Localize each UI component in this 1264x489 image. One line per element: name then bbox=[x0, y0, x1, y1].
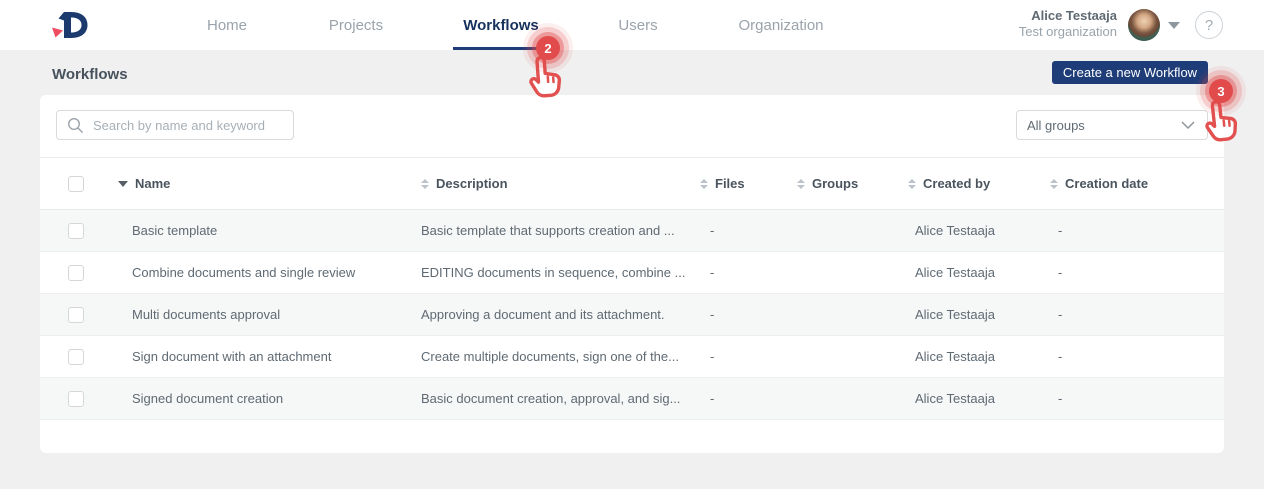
row-checkbox[interactable] bbox=[68, 223, 84, 239]
row-checkbox[interactable] bbox=[68, 265, 84, 281]
column-label: Groups bbox=[812, 176, 858, 191]
table-row[interactable]: Sign document with an attachment Create … bbox=[40, 336, 1224, 378]
workflow-created-by: Alice Testaaja bbox=[895, 265, 1040, 280]
nav-tab-projects[interactable]: Projects bbox=[329, 0, 383, 50]
workflow-files: - bbox=[690, 223, 785, 238]
top-navigation-bar: Home Projects Workflows Users Organizati… bbox=[0, 0, 1264, 50]
workflow-creation-date: - bbox=[1040, 223, 1224, 238]
search-box[interactable] bbox=[56, 110, 294, 140]
question-mark-icon: ? bbox=[1205, 17, 1213, 34]
workflow-name: Basic template bbox=[95, 223, 410, 238]
table-row[interactable]: Signed document creation Basic document … bbox=[40, 378, 1224, 420]
sort-descending-icon bbox=[118, 181, 128, 187]
column-label: Creation date bbox=[1065, 176, 1148, 191]
workflow-created-by: Alice Testaaja bbox=[895, 391, 1040, 406]
workflows-card: All groups Name Description Files Groups bbox=[40, 95, 1224, 453]
user-organization: Test organization bbox=[1019, 24, 1117, 40]
row-checkbox[interactable] bbox=[68, 307, 84, 323]
nav-tab-workflows[interactable]: Workflows bbox=[463, 0, 539, 50]
workflow-name: Sign document with an attachment bbox=[95, 349, 410, 364]
group-filter-dropdown[interactable]: All groups bbox=[1016, 110, 1208, 140]
tutorial-step-3-badge: 3 bbox=[1209, 79, 1233, 103]
page-title: Workflows bbox=[52, 66, 128, 83]
nav-tab-users[interactable]: Users bbox=[618, 0, 657, 50]
nav-tab-label: Projects bbox=[329, 17, 383, 34]
workflow-creation-date: - bbox=[1040, 265, 1224, 280]
sort-icon bbox=[797, 179, 805, 189]
column-header-created-by[interactable]: Created by bbox=[895, 176, 1040, 191]
workflow-files: - bbox=[690, 307, 785, 322]
column-header-groups[interactable]: Groups bbox=[785, 176, 895, 191]
workflow-name: Multi documents approval bbox=[95, 307, 410, 322]
workflow-created-by: Alice Testaaja bbox=[895, 307, 1040, 322]
workflow-files: - bbox=[690, 349, 785, 364]
row-checkbox[interactable] bbox=[68, 391, 84, 407]
help-button[interactable]: ? bbox=[1195, 11, 1223, 39]
tutorial-step-2-badge: 2 bbox=[536, 36, 560, 60]
column-label: Files bbox=[715, 176, 745, 191]
workflow-files: - bbox=[690, 391, 785, 406]
chevron-down-icon[interactable] bbox=[1168, 22, 1180, 29]
sort-icon bbox=[700, 179, 708, 189]
app-logo[interactable] bbox=[50, 8, 92, 47]
chevron-down-icon bbox=[1181, 121, 1195, 129]
column-header-files[interactable]: Files bbox=[690, 176, 785, 191]
table-row[interactable]: Multi documents approval Approving a doc… bbox=[40, 294, 1224, 336]
workflow-created-by: Alice Testaaja bbox=[895, 349, 1040, 364]
column-label: Description bbox=[436, 176, 508, 191]
workflow-files: - bbox=[690, 265, 785, 280]
nav-tab-home[interactable]: Home bbox=[207, 0, 247, 50]
column-header-description[interactable]: Description bbox=[410, 176, 690, 191]
sort-icon bbox=[421, 179, 429, 189]
workflow-name: Signed document creation bbox=[95, 391, 410, 406]
nav-tab-label: Home bbox=[207, 17, 247, 34]
column-label: Name bbox=[135, 176, 170, 191]
workflow-description: EDITING documents in sequence, combine .… bbox=[410, 265, 690, 280]
nav-tab-label: Workflows bbox=[463, 17, 539, 34]
table-header-row: Name Description Files Groups Created by… bbox=[40, 157, 1224, 210]
select-all-checkbox[interactable] bbox=[68, 176, 84, 192]
table-row[interactable]: Combine documents and single review EDIT… bbox=[40, 252, 1224, 294]
avatar[interactable] bbox=[1128, 9, 1160, 41]
oneD-logo-icon bbox=[50, 8, 92, 42]
row-checkbox[interactable] bbox=[68, 349, 84, 365]
user-menu[interactable]: Alice Testaaja Test organization bbox=[1019, 8, 1117, 40]
search-icon bbox=[67, 117, 84, 134]
workflows-table: Name Description Files Groups Created by… bbox=[40, 157, 1224, 420]
workflow-creation-date: - bbox=[1040, 349, 1224, 364]
workflow-description: Basic template that supports creation an… bbox=[410, 223, 690, 238]
sort-icon bbox=[908, 179, 916, 189]
table-row[interactable]: Basic template Basic template that suppo… bbox=[40, 210, 1224, 252]
sort-icon bbox=[1050, 179, 1058, 189]
search-input[interactable] bbox=[93, 118, 293, 133]
workflow-creation-date: - bbox=[1040, 391, 1224, 406]
workflow-created-by: Alice Testaaja bbox=[895, 223, 1040, 238]
create-workflow-button[interactable]: Create a new Workflow bbox=[1052, 61, 1208, 84]
workflow-name: Combine documents and single review bbox=[95, 265, 410, 280]
group-filter-value: All groups bbox=[1027, 118, 1085, 133]
nav-tab-organization[interactable]: Organization bbox=[738, 0, 823, 50]
nav-tab-label: Users bbox=[618, 17, 657, 34]
workflow-creation-date: - bbox=[1040, 307, 1224, 322]
workflow-description: Create multiple documents, sign one of t… bbox=[410, 349, 690, 364]
column-label: Created by bbox=[923, 176, 990, 191]
column-header-name[interactable]: Name bbox=[95, 176, 410, 191]
user-name: Alice Testaaja bbox=[1019, 8, 1117, 24]
column-header-creation-date[interactable]: Creation date bbox=[1040, 176, 1224, 191]
nav-tab-label: Organization bbox=[738, 17, 823, 34]
workflow-description: Basic document creation, approval, and s… bbox=[410, 391, 690, 406]
workflow-description: Approving a document and its attachment. bbox=[410, 307, 690, 322]
active-tab-underline bbox=[453, 47, 546, 50]
